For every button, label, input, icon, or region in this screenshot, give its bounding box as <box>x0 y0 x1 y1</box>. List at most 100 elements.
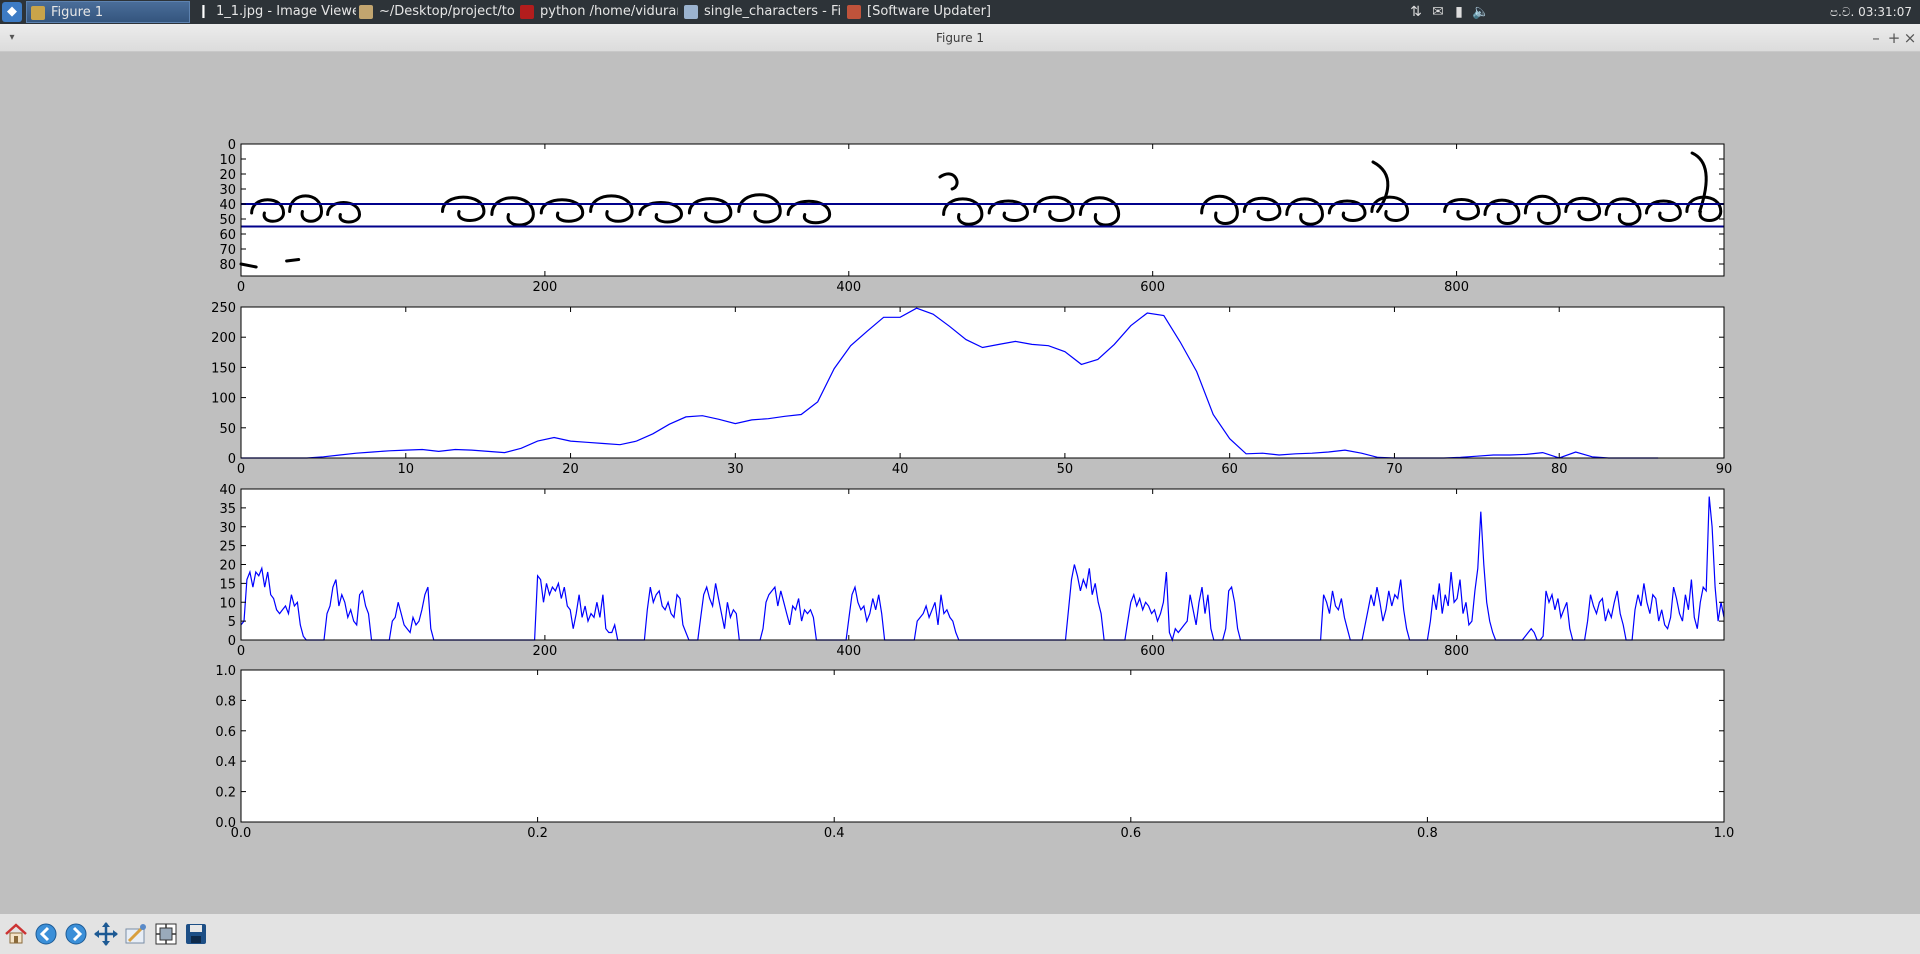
x-tick-label: 0.4 <box>824 826 845 841</box>
x-tick-label: 400 <box>836 280 861 295</box>
forward-button[interactable] <box>63 921 89 947</box>
task-file-manager[interactable]: single_characters - File Ma... <box>680 1 842 23</box>
y-tick-label: 30 <box>219 183 236 198</box>
y-tick-label: 0.6 <box>215 725 236 740</box>
task-image-viewer[interactable]: ❙ 1_1.jpg - Image Viewer [8/25] <box>192 1 356 23</box>
mail-icon[interactable]: ✉ <box>1428 0 1448 24</box>
axes-background <box>241 489 1724 640</box>
y-tick-label: 0.8 <box>215 694 236 709</box>
folder-icon <box>684 5 698 19</box>
back-button[interactable] <box>33 921 59 947</box>
task-label: python /home/viduranga/... <box>540 4 678 19</box>
save-button[interactable] <box>183 921 209 947</box>
y-tick-label: 30 <box>219 521 236 536</box>
matplotlib-icon <box>31 6 45 20</box>
x-tick-label: 600 <box>1140 644 1165 659</box>
task-label: [Software Updater] <box>867 4 992 19</box>
software-updater-icon <box>847 5 861 19</box>
x-tick-label: 0 <box>237 462 245 477</box>
y-tick-label: 70 <box>219 243 236 258</box>
x-tick-label: 200 <box>532 644 557 659</box>
subplots-button[interactable] <box>153 921 179 947</box>
x-tick-label: 20 <box>562 462 579 477</box>
start-menu-icon[interactable]: ◆ <box>2 2 22 22</box>
navigation-toolbar <box>0 914 1920 954</box>
task-label: single_characters - File Ma... <box>704 4 842 19</box>
y-tick-label: 25 <box>219 540 236 555</box>
task-label: Figure 1 <box>51 5 104 20</box>
pan-button[interactable] <box>93 921 119 947</box>
y-tick-label: 10 <box>219 153 236 168</box>
y-tick-label: 20 <box>219 559 236 574</box>
y-tick-label: 60 <box>219 228 236 243</box>
y-tick-label: 10 <box>219 596 236 611</box>
x-tick-label: 50 <box>1057 462 1074 477</box>
arrow-left-icon <box>35 923 57 945</box>
y-tick-label: 0.2 <box>215 786 236 801</box>
axes-2: 0 10 20 30 40 50 60 70 80 90 0 50 100 150 200 250 <box>211 301 1732 477</box>
figure-canvas[interactable]: 0 200 400 600 800010203040506070800 10 20 30 40 5… <box>6 54 1916 910</box>
y-tick-label: 40 <box>219 483 236 498</box>
axes-4: 0.0 0.2 0.4 0.6 0.8 1.00.00.20.40.60.81.0 <box>215 664 1734 841</box>
y-tick-label: 35 <box>219 502 236 517</box>
x-tick-label: 600 <box>1140 280 1165 295</box>
y-tick-label: 250 <box>211 301 236 316</box>
y-tick-label: 20 <box>219 168 236 183</box>
y-tick-label: 0 <box>228 452 236 467</box>
y-tick-label: 0.0 <box>215 816 236 831</box>
x-tick-label: 30 <box>727 462 744 477</box>
x-tick-label: 0.6 <box>1120 826 1141 841</box>
image-viewer-icon: ❙ <box>198 4 209 19</box>
x-tick-label: 400 <box>836 644 861 659</box>
x-tick-label: 10 <box>398 462 415 477</box>
clock[interactable]: ප.ව. 03:31:07 <box>1830 0 1912 24</box>
y-tick-label: 0.4 <box>215 755 236 770</box>
y-tick-label: 50 <box>219 213 236 228</box>
y-tick-label: 1.0 <box>215 664 236 679</box>
x-tick-label: 0.2 <box>527 826 548 841</box>
x-tick-label: 800 <box>1444 280 1469 295</box>
move-icon <box>94 922 118 946</box>
y-tick-label: 100 <box>211 392 236 407</box>
axes-1: 0 200 400 600 80001020304050607080 <box>219 138 1725 295</box>
y-tick-label: 0 <box>228 634 236 649</box>
battery-icon[interactable]: ▮ <box>1450 0 1468 24</box>
floppy-disk-icon <box>186 924 206 944</box>
terminal-icon <box>520 5 534 19</box>
close-button[interactable]: × <box>1900 24 1920 52</box>
task-label: 1_1.jpg - Image Viewer [8/25] <box>216 4 356 19</box>
y-tick-label: 80 <box>219 258 236 273</box>
y-tick-label: 0 <box>228 138 236 153</box>
subplots-icon <box>155 923 177 945</box>
figure-window: ▾ Figure 1 – + × 0 200 400 600 800 0 10 20 30 40 5… <box>0 24 1920 954</box>
task-figure-1[interactable]: Figure 1 <box>26 1 190 23</box>
home-icon <box>5 923 27 944</box>
taskbar: ◆ Figure 1 ❙ 1_1.jpg - Image Viewer [8/2… <box>0 0 1920 24</box>
x-tick-label: 70 <box>1386 462 1403 477</box>
zoom-button[interactable] <box>123 921 149 947</box>
window-titlebar[interactable]: ▾ Figure 1 – + × <box>0 24 1920 52</box>
zoom-rect-icon <box>125 924 146 944</box>
y-tick-label: 200 <box>211 331 236 346</box>
x-tick-label: 60 <box>1221 462 1238 477</box>
minimize-button[interactable]: – <box>1866 24 1886 52</box>
x-tick-label: 80 <box>1551 462 1568 477</box>
home-button[interactable] <box>3 921 29 947</box>
window-title: Figure 1 <box>935 31 985 45</box>
y-tick-label: 50 <box>219 422 236 437</box>
network-icon[interactable]: ⇅ <box>1406 0 1426 24</box>
task-text-editor[interactable]: ~/Desktop/project/touchi... <box>355 1 515 23</box>
y-tick-label: 40 <box>219 198 236 213</box>
axes-background <box>241 307 1724 458</box>
task-label: ~/Desktop/project/touchi... <box>379 4 515 19</box>
y-tick-label: 15 <box>219 577 236 592</box>
x-tick-label: 1.0 <box>1714 826 1735 841</box>
y-tick-label: 5 <box>228 615 236 630</box>
task-software-updater[interactable]: [Software Updater] <box>843 1 993 23</box>
x-tick-label: 0 <box>237 280 245 295</box>
x-tick-label: 200 <box>532 280 557 295</box>
axes-3: 0 200 400 600 8000510152025303540 <box>219 483 1725 659</box>
volume-icon[interactable]: 🔈 <box>1470 0 1492 24</box>
arrow-right-icon <box>65 923 87 945</box>
task-terminal[interactable]: python /home/viduranga/... <box>516 1 678 23</box>
